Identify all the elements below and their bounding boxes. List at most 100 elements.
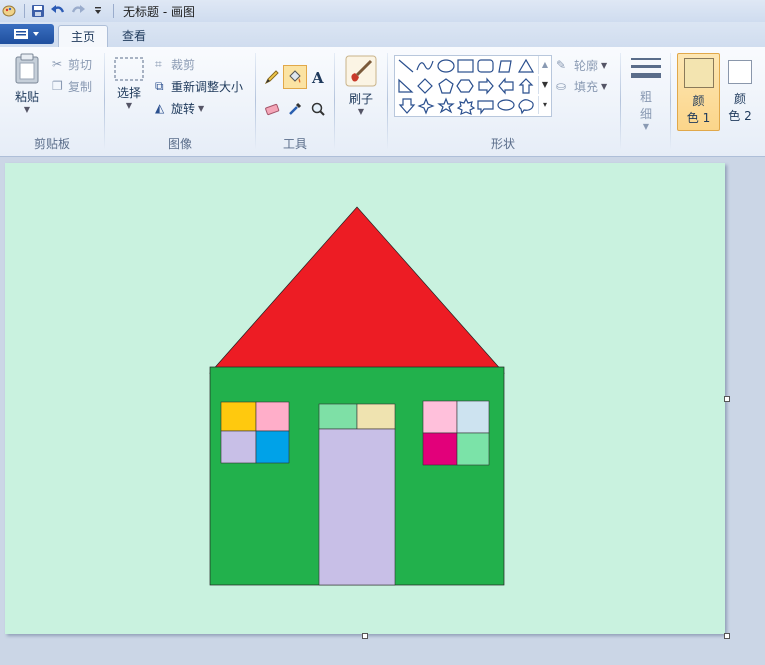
right-window-pane (456, 432, 490, 466)
save-icon[interactable] (29, 2, 47, 20)
ribbon-tabs: 主页 查看 (0, 22, 765, 48)
size-button[interactable]: 粗 细 ▼ (626, 55, 666, 131)
chevron-down-icon: ▼ (198, 103, 205, 113)
canvas-resize-handle-corner[interactable] (724, 633, 730, 639)
select-label: 选择 (116, 86, 141, 100)
left-window-pane (220, 401, 257, 432)
canvas-area (0, 157, 765, 665)
outline-button[interactable]: ✎ 轮廓 ▼ (556, 56, 607, 74)
color2-label-line2: 色 2 (728, 109, 752, 123)
redo-icon[interactable] (69, 2, 87, 20)
cut-button[interactable]: ✂ 剪切 (52, 55, 92, 73)
tab-view[interactable]: 查看 (110, 25, 158, 47)
color1-button[interactable]: 颜 色 1 (677, 53, 720, 131)
copy-button[interactable]: ❐ 复制 (52, 77, 92, 95)
fill-label: 填充 (574, 79, 599, 94)
shapes-scroll-down[interactable]: ▼ (538, 76, 551, 94)
resize-label: 重新调整大小 (171, 79, 244, 94)
right-window-pane (456, 400, 490, 434)
eyedropper-icon (289, 102, 302, 115)
paint-menu-button[interactable] (0, 24, 54, 44)
rotate-button[interactable]: ◭ 旋转 ▼ (155, 99, 204, 117)
group-separator (334, 53, 335, 149)
copy-label: 复制 (68, 79, 93, 94)
crop-icon: ⌗ (155, 56, 162, 71)
color-picker-tool[interactable] (283, 97, 307, 121)
chevron-down-icon: ▼ (357, 107, 365, 116)
paste-icon (15, 53, 39, 84)
shapes-gallery: ▲ ▼ ▾ (394, 55, 552, 117)
house-door (318, 403, 396, 586)
chevron-down-icon: ▼ (642, 122, 650, 131)
qat-separator (113, 4, 114, 18)
shapes-scroll-up[interactable]: ▲ (538, 56, 551, 74)
cut-label: 剪切 (68, 57, 93, 72)
paint-palette-icon[interactable] (0, 2, 18, 20)
door-transom-pane (318, 403, 358, 430)
color2-button[interactable]: 颜 色 2 (722, 53, 758, 129)
group-separator (620, 53, 621, 149)
shapes-expand[interactable]: ▾ (538, 96, 551, 114)
house-right-window (422, 400, 490, 466)
tools-group-label: 工具 (282, 137, 307, 151)
chevron-down-icon: ▼ (601, 60, 608, 70)
size-label-line1: 粗 (639, 90, 652, 104)
tab-home[interactable]: 主页 (58, 25, 109, 48)
door-panel (318, 428, 396, 586)
left-window-pane (255, 401, 290, 432)
crop-button[interactable]: ⌗ 裁剪 (155, 55, 195, 73)
house-roof (209, 206, 505, 374)
door-transom-pane (356, 403, 396, 430)
house-left-window (220, 401, 290, 464)
select-button[interactable]: 选择 ▼ (111, 57, 147, 110)
window-title: 无标题 - 画图 (123, 5, 195, 19)
resize-button[interactable]: ⧉ 重新调整大小 (155, 77, 243, 95)
qat-separator (24, 4, 25, 18)
pencil-icon (264, 70, 279, 85)
left-window-pane (220, 430, 257, 464)
text-icon: A (311, 69, 324, 85)
ribbon: 粘贴 ▼ ✂ 剪切 ❐ 复制 剪贴板 选择 ▼ ⌗ 裁剪 ⧉ 重新调整大小 ◭ (0, 47, 765, 157)
left-window-pane (255, 430, 290, 464)
color2-label-line1: 颜 (733, 92, 746, 106)
title-bar: 无标题 - 画图 (0, 0, 765, 22)
eraser-icon (265, 103, 280, 116)
color1-label-line2: 色 1 (686, 111, 711, 125)
outline-icon: ✎ (556, 58, 567, 72)
size-label-line2: 细 (639, 107, 652, 121)
fill-tool[interactable] (283, 65, 307, 89)
chevron-down-icon: ▼ (125, 101, 133, 110)
eraser-tool[interactable] (260, 97, 284, 121)
rotate-label: 旋转 (171, 101, 196, 116)
chevron-down-icon: ▼ (601, 81, 608, 91)
text-tool[interactable]: A (306, 65, 330, 89)
svg-text:A: A (311, 69, 324, 85)
paste-label: 粘贴 (14, 90, 39, 104)
magnifier-tool[interactable] (306, 97, 330, 121)
rotate-icon: ◭ (155, 101, 165, 115)
drawing-canvas[interactable] (5, 163, 725, 634)
resize-icon: ⧉ (155, 78, 164, 93)
brushes-button[interactable]: 刷子 ▼ (340, 55, 382, 116)
shapes-grid (398, 58, 535, 115)
line-width-icon (631, 58, 661, 78)
clipboard-group-label: 剪贴板 (33, 137, 70, 151)
paste-button[interactable]: 粘贴 ▼ (8, 53, 46, 114)
house-drawing (209, 206, 505, 586)
right-window-pane (422, 432, 458, 466)
clipboard-group: 粘贴 ▼ ✂ 剪切 ❐ 复制 剪贴板 (0, 47, 104, 156)
fill-button[interactable]: ⛀ 填充 ▼ (556, 77, 607, 95)
paint-bucket-icon (289, 70, 301, 83)
copy-icon: ❐ (52, 79, 63, 93)
customize-qat-button[interactable] (89, 2, 107, 20)
color1-label-line1: 颜 (692, 94, 705, 108)
fill-icon: ⛀ (556, 79, 567, 93)
crop-label: 裁剪 (171, 57, 196, 72)
scissors-icon: ✂ (52, 57, 63, 71)
brush-icon (345, 55, 377, 87)
canvas-resize-handle-right[interactable] (724, 396, 730, 402)
pencil-tool[interactable] (260, 65, 284, 89)
canvas-resize-handle-bottom[interactable] (362, 633, 368, 639)
undo-icon[interactable] (49, 2, 67, 20)
magnifier-icon (311, 102, 325, 116)
